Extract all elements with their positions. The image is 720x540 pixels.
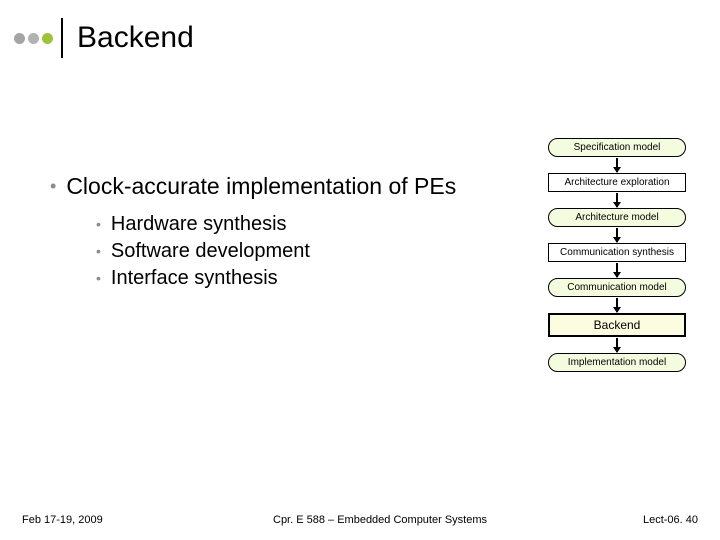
main-bullet: • Clock-accurate implementation of PEs bbox=[50, 172, 480, 201]
bullet-icon: • bbox=[96, 238, 101, 264]
sub-bullet: • Interface synthesis bbox=[96, 265, 480, 292]
sub-bullet-text: Hardware synthesis bbox=[111, 211, 287, 238]
footer-lecture: Lect-06. 40 bbox=[598, 514, 698, 526]
flow-box-comm-synthesis: Communication synthesis bbox=[548, 243, 686, 262]
bullet-icon: • bbox=[96, 265, 101, 291]
arrow-down-icon bbox=[616, 263, 618, 277]
dot-icon bbox=[14, 33, 25, 44]
arrow-down-icon bbox=[616, 193, 618, 207]
flow-box-arch-model: Architecture model bbox=[548, 208, 686, 227]
bullet-icon: • bbox=[50, 172, 56, 200]
arrow-down-icon bbox=[616, 338, 618, 352]
sub-bullet: • Software development bbox=[96, 238, 480, 265]
sub-bullet-text: Interface synthesis bbox=[111, 265, 278, 292]
main-bullet-text: Clock-accurate implementation of PEs bbox=[66, 172, 456, 201]
dot-icon bbox=[42, 33, 53, 44]
bullet-icon: • bbox=[96, 211, 101, 237]
header-divider bbox=[61, 18, 63, 58]
flow-box-spec: Specification model bbox=[548, 138, 686, 157]
header-dots bbox=[14, 33, 53, 44]
flow-box-comm-model: Communication model bbox=[548, 278, 686, 297]
footer-course: Cpr. E 588 – Embedded Computer Systems bbox=[162, 514, 598, 526]
footer-date: Feb 17-19, 2009 bbox=[22, 514, 162, 526]
dot-icon bbox=[28, 33, 39, 44]
page-title: Backend bbox=[77, 21, 194, 55]
flow-diagram: Specification model Architecture explora… bbox=[542, 138, 692, 372]
content-body: • Clock-accurate implementation of PEs •… bbox=[50, 172, 480, 292]
arrow-down-icon bbox=[616, 158, 618, 172]
sub-bullet-text: Software development bbox=[111, 238, 310, 265]
arrow-down-icon bbox=[616, 298, 618, 312]
arrow-down-icon bbox=[616, 228, 618, 242]
flow-box-backend: Backend bbox=[548, 313, 686, 337]
sub-bullet: • Hardware synthesis bbox=[96, 211, 480, 238]
flow-box-impl-model: Implementation model bbox=[548, 353, 686, 372]
footer: Feb 17-19, 2009 Cpr. E 588 – Embedded Co… bbox=[0, 514, 720, 526]
flow-box-arch-exploration: Architecture exploration bbox=[548, 173, 686, 192]
